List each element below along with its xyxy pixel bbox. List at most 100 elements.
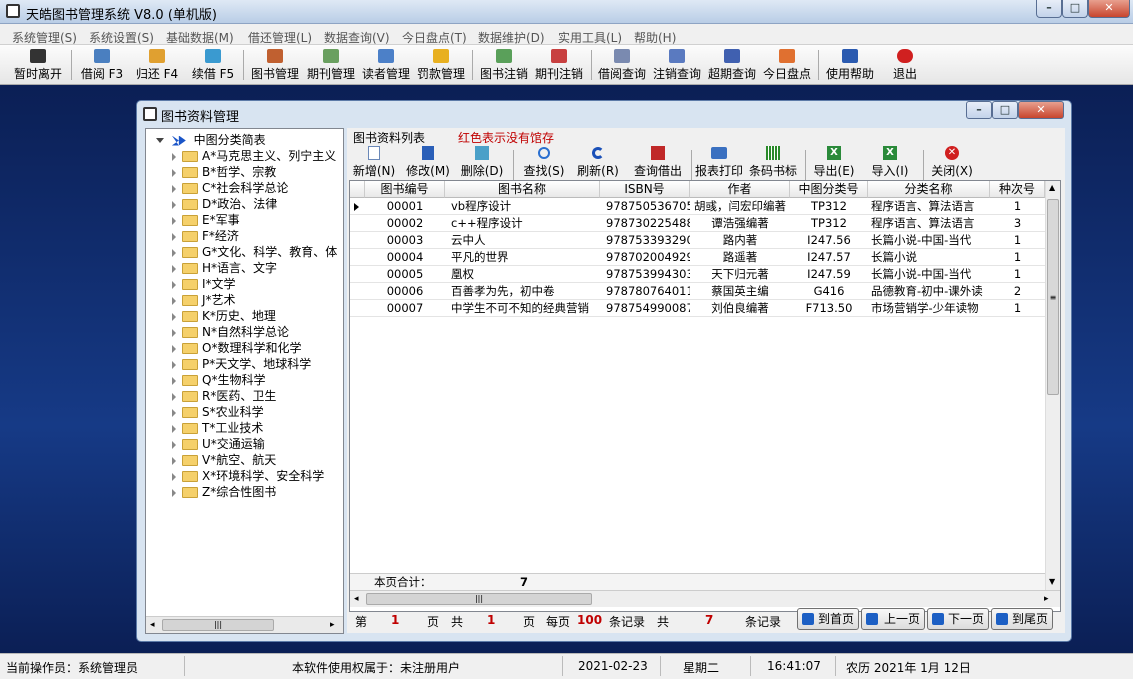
menu-tools[interactable]: 实用工具(L) [558,29,622,46]
tree-horizontal-scrollbar[interactable]: ◂ ||| ▸ [146,616,343,633]
close-button[interactable]: ✕ [1088,0,1130,18]
collapse-arrow-icon[interactable] [172,152,176,161]
collapse-arrow-icon[interactable] [172,216,176,225]
col-header-class-code[interactable]: 中图分类号 [790,181,868,198]
menu-settings[interactable]: 系统设置(S) [89,29,154,46]
exit-button[interactable]: 退出 [875,47,935,83]
export-button[interactable]: X 导出(E) [809,145,859,179]
prev-page-button[interactable]: 上一页 [861,608,925,630]
scroll-left-arrow[interactable]: ◂ [150,620,155,630]
tree-node[interactable]: N*自然科学总论 [172,324,289,340]
help-button[interactable]: 使用帮助 [820,47,880,83]
child-close-button[interactable]: ✕ [1018,101,1064,119]
collapse-arrow-icon[interactable] [172,312,176,321]
col-header-class-name[interactable]: 分类名称 [868,181,990,198]
renew-button[interactable]: 续借 F5 [183,47,243,83]
collapse-arrow-icon[interactable] [172,360,176,369]
child-minimize-button[interactable]: – [966,101,992,119]
query-lent-button[interactable]: 查询借出 [629,145,687,179]
borrow-button[interactable]: 借阅 F3 [72,47,132,83]
scroll-down-arrow[interactable]: ▼ [1049,577,1055,586]
menu-borrow-return[interactable]: 借还管理(L) [248,29,312,46]
tree-node[interactable]: P*天文学、地球科学 [172,356,311,372]
collapse-arrow-icon[interactable] [172,488,176,497]
import-button[interactable]: X 导入(I) [865,145,915,179]
tree-node[interactable]: E*军事 [172,212,240,228]
collapse-arrow-icon[interactable] [172,280,176,289]
tree-node[interactable]: D*政治、法律 [172,196,277,212]
collapse-arrow-icon[interactable] [172,472,176,481]
col-header-isbn[interactable]: ISBN号 [600,181,690,198]
scroll-thumb[interactable]: ||| [366,593,592,605]
menu-maintenance[interactable]: 数据维护(D) [478,29,545,46]
tree-node[interactable]: F*经济 [172,228,239,244]
menu-inventory[interactable]: 今日盘点(T) [402,29,467,46]
periodical-cancel-button[interactable]: 期刊注销 [529,47,589,83]
tree-node[interactable]: A*马克思主义、列宁主义 [172,148,336,164]
collapse-arrow-icon[interactable] [172,440,176,449]
next-page-button[interactable]: 下一页 [927,608,989,630]
collapse-arrow-icon[interactable] [172,392,176,401]
edit-button[interactable]: 修改(M) [405,145,451,179]
scroll-thumb[interactable]: ≡ [1047,199,1059,395]
table-vertical-scrollbar[interactable]: ▲ ≡ ▼ [1045,181,1060,590]
col-header-book-id[interactable]: 图书编号 [365,181,445,198]
tree-node[interactable]: S*农业科学 [172,404,264,420]
table-horizontal-scrollbar[interactable]: ◂ ||| ▸ [350,590,1060,607]
tree-node[interactable]: R*医药、卫生 [172,388,276,404]
minimize-button[interactable]: – [1036,0,1062,18]
collapse-arrow-icon[interactable] [172,456,176,465]
scroll-right-arrow[interactable]: ▸ [330,620,335,630]
collapse-arrow-icon[interactable] [172,168,176,177]
col-header-seq-no[interactable]: 种次号 [990,181,1045,198]
collapse-arrow-icon[interactable] [172,200,176,209]
child-maximize-button[interactable]: □ [992,101,1018,119]
cancel-query-button[interactable]: 注销查询 [647,47,707,83]
scroll-thumb[interactable]: ||| [162,619,274,631]
first-page-button[interactable]: 到首页 [797,608,859,630]
refresh-button[interactable]: 刷新(R) [575,145,621,179]
tree-node[interactable]: Z*综合性图书 [172,484,276,500]
collapse-arrow-icon[interactable] [172,184,176,193]
reader-manage-button[interactable]: 读者管理 [356,47,416,83]
table-row[interactable]: 00004 平凡的世界 9787020049295 路遥著 I247.57 长篇小说 1 [350,249,1045,266]
menu-system[interactable]: 系统管理(S) [12,29,77,46]
table-row[interactable]: 00007 中学生不可不知的经典营销 9787549900879 刘伯良编著 F713.… [350,300,1045,317]
collapse-arrow-icon[interactable] [172,424,176,433]
collapse-arrow-icon[interactable] [172,408,176,417]
collapse-arrow-icon[interactable] [172,296,176,305]
collapse-arrow-icon[interactable] [172,264,176,273]
collapse-arrow-icon[interactable] [172,248,176,257]
table-row[interactable]: 00003 云中人 9787533932909 路内著 I247.56 长篇小说-中国-当… [350,232,1045,249]
tree-node[interactable]: G*文化、科学、教育、体 [172,244,337,260]
return-button[interactable]: 归还 F4 [127,47,187,83]
add-button[interactable]: 新增(N) [351,145,397,179]
menu-help[interactable]: 帮助(H) [634,29,676,46]
tree-node[interactable]: O*数理科学和化学 [172,340,301,356]
book-manage-button[interactable]: 图书管理 [245,47,305,83]
tree-node[interactable]: B*哲学、宗教 [172,164,276,180]
delete-button[interactable]: 删除(D) [459,145,505,179]
tree-node[interactable]: Q*生物科学 [172,372,265,388]
barcode-label-button[interactable]: 条码书标 [747,145,799,179]
table-row[interactable]: 00002 c++程序设计 9787302254881 谭浩强编著 TP312 程序语言、… [350,215,1045,232]
table-row[interactable]: 00001 vb程序设计 9787505367050 胡彧，闫宏印编著 TP312 程序语… [350,198,1045,215]
close-panel-button[interactable]: ✕ 关闭(X) [927,145,977,179]
tree-node[interactable]: T*工业技术 [172,420,263,436]
fine-manage-button[interactable]: 罚款管理 [411,47,471,83]
col-header-book-name[interactable]: 图书名称 [445,181,600,198]
table-row[interactable]: 00006 百善孝为先，初中卷 9787807640110 蔡国英主编 G416 品德教育… [350,283,1045,300]
search-button[interactable]: 查找(S) [521,145,567,179]
scroll-right-arrow[interactable]: ▸ [1044,594,1049,604]
collapse-arrow-icon[interactable] [172,344,176,353]
menu-basic-data[interactable]: 基础数据(M) [166,29,234,46]
collapse-arrow-icon[interactable] [172,328,176,337]
tree-node[interactable]: U*交通运输 [172,436,265,452]
print-report-button[interactable]: 报表打印 [693,145,745,179]
today-inventory-button[interactable]: 今日盘点 [757,47,817,83]
scroll-up-arrow[interactable]: ▲ [1049,183,1055,192]
last-page-button[interactable]: 到尾页 [991,608,1053,630]
collapse-arrow-icon[interactable] [172,376,176,385]
scroll-left-arrow[interactable]: ◂ [354,594,359,604]
tree-node[interactable]: I*文学 [172,276,236,292]
